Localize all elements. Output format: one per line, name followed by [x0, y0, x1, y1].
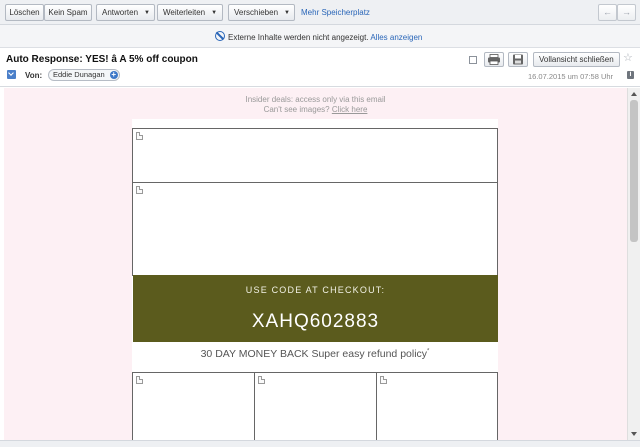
add-contact-icon[interactable]: + — [109, 71, 118, 79]
mail-content: Insider deals: access only via this emai… — [4, 88, 627, 440]
scroll-up-icon[interactable] — [631, 92, 637, 96]
next-mail-button[interactable]: → — [617, 4, 636, 21]
image-placeholder[interactable] — [132, 128, 498, 183]
chevron-down-icon[interactable]: ▼ — [211, 6, 217, 21]
not-spam-label: Kein Spam — [48, 8, 88, 17]
image-placeholder[interactable] — [376, 372, 498, 440]
reply-label: Antworten — [102, 8, 139, 17]
mail-date: 16.07.2015 um 07:58 Uhr — [528, 72, 614, 81]
scrollbar[interactable] — [627, 88, 640, 440]
scroll-down-icon[interactable] — [631, 432, 637, 436]
coupon-label: USE CODE AT CHECKOUT: — [245, 285, 386, 295]
arrow-left-icon: ← — [603, 7, 612, 17]
broken-image-icon — [258, 376, 265, 384]
save-button[interactable] — [508, 52, 528, 67]
close-fullview-button[interactable]: Vollansicht schließen — [533, 52, 620, 67]
status-bar — [0, 440, 640, 447]
money-back-text: 30 DAY MONEY BACK Super easy refund poli… — [132, 348, 498, 360]
click-here-link[interactable]: Click here — [332, 105, 368, 114]
show-all-link[interactable]: Alles anzeigen — [370, 33, 422, 42]
chevron-down-icon[interactable]: ▼ — [284, 6, 290, 21]
coupon-code: XAHQ602883 — [251, 311, 380, 332]
footnote-mark: * — [427, 348, 430, 355]
printer-icon — [488, 54, 500, 65]
floppy-disk-icon — [513, 54, 523, 65]
expand-details-icon[interactable] — [7, 70, 16, 79]
forward-label: Weiterleiten — [163, 8, 206, 17]
image-placeholder[interactable] — [132, 182, 498, 276]
broken-image-icon — [136, 186, 143, 194]
notice-text: Externe Inhalte werden nicht angezeigt. … — [228, 33, 422, 42]
guarantee-text: 30 DAY MONEY BACK Super easy refund poli… — [200, 348, 428, 360]
more-storage-link[interactable]: Mehr Speicherplatz — [301, 8, 370, 17]
not-spam-button[interactable]: Kein Spam — [44, 4, 92, 21]
external-content-notice: Externe Inhalte werden nicht angezeigt. … — [0, 25, 640, 48]
sender-name: Eddie Dunagan — [53, 70, 105, 79]
arrow-right-icon: → — [622, 7, 631, 17]
print-button[interactable] — [484, 52, 504, 67]
broken-image-icon — [136, 132, 143, 140]
forward-button[interactable]: Weiterleiten ▼ — [157, 4, 223, 21]
blocked-icon — [215, 31, 225, 41]
star-icon[interactable]: ☆ — [623, 53, 633, 64]
coupon-box: USE CODE AT CHECKOUT: XAHQ602883 — [133, 275, 498, 342]
mail-subject: Auto Response: YES! â A 5% off coupon — [6, 54, 198, 65]
mail-toolbar: Löschen Kein Spam Antworten ▼ Weiterleite… — [0, 0, 640, 25]
image-placeholder[interactable] — [254, 372, 377, 440]
preheader: Insider deals: access only via this emai… — [4, 95, 627, 115]
broken-image-icon — [380, 376, 387, 384]
broken-image-icon — [136, 376, 143, 384]
cant-see-images-text: Can't see images? — [263, 105, 330, 114]
divider — [0, 86, 640, 87]
move-label: Verschieben — [234, 8, 279, 17]
scroll-thumb[interactable] — [630, 100, 638, 242]
info-icon[interactable]: i — [627, 71, 634, 79]
reply-button[interactable]: Antworten ▼ — [96, 4, 155, 21]
notice-message: Externe Inhalte werden nicht angezeigt. — [228, 33, 369, 42]
select-checkbox[interactable] — [469, 56, 477, 64]
move-button[interactable]: Verschieben ▼ — [228, 4, 295, 21]
chevron-down-icon[interactable]: ▼ — [144, 6, 150, 21]
from-label: Von: — [25, 71, 43, 80]
sender-chip[interactable]: Eddie Dunagan + — [48, 69, 120, 81]
delete-button[interactable]: Löschen — [5, 4, 44, 21]
image-placeholder[interactable] — [132, 372, 255, 440]
preheader-line: Insider deals: access only via this emai… — [245, 95, 386, 104]
previous-mail-button[interactable]: ← — [598, 4, 617, 21]
delete-label: Löschen — [9, 8, 40, 17]
preheader-line: Can't see images? Click here — [4, 105, 627, 115]
